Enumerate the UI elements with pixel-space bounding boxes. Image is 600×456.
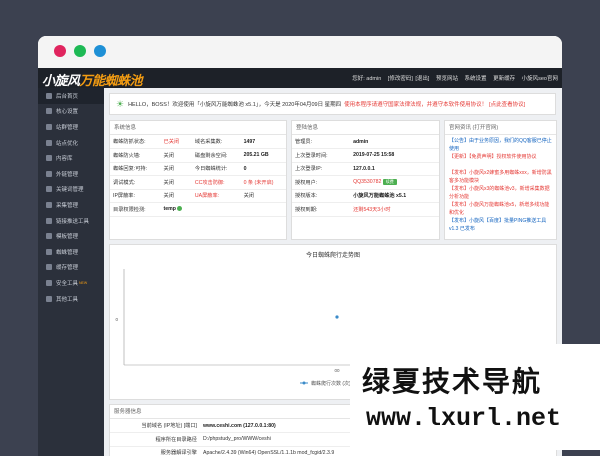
- system-info-panel: 系统信息 蜘蛛防抓状态: 已关闭 域名采集数: 1497 蜘蛛防火墙: 关闭 磁盘剩余空间…: [109, 120, 287, 240]
- close-window-button[interactable]: [54, 45, 66, 57]
- header-nav: 您好: admin [修改密码] [退出] 预览网站 系统设置 更新缓存 小旋风…: [347, 74, 558, 82]
- table-row: 上次登录时间: 2019-07-25 15:58: [292, 148, 439, 163]
- panel-title: 登陆信息: [292, 121, 439, 135]
- sidebar-item-core-settings[interactable]: 核心设置: [38, 104, 104, 120]
- panel-title: 系统信息: [110, 121, 286, 135]
- app-header: 小旋风万能蜘蛛池 您好: admin [修改密码] [退出] 预览网站 系统设置…: [38, 68, 562, 88]
- sidebar-item-push[interactable]: 链接推送工具: [38, 213, 104, 229]
- watermark: 绿夏技术导航 www.lxurl.net: [350, 344, 600, 450]
- legend-series-name: 蜘蛛爬行次数 (次): [311, 380, 351, 387]
- sidebar-item-keywords[interactable]: 关键词管理: [38, 182, 104, 198]
- spider-icon: [46, 248, 52, 255]
- watermark-url: www.lxurl.net: [366, 404, 562, 433]
- minimize-window-button[interactable]: [74, 45, 86, 57]
- optimize-icon: [46, 139, 52, 146]
- table-row: 目录权限检测: temp: [110, 202, 286, 217]
- system-settings-link[interactable]: 系统设置: [465, 76, 487, 82]
- preview-site-link[interactable]: 预览网站: [436, 76, 458, 82]
- news-list: 【公告】由于业务原因，我们的QQ客服已停止使用 【更新】【免费声明】授权软件使用…: [445, 135, 556, 235]
- login-info-panel: 登陆信息 管理员: admin 上次登录时间: 2019-07-25 15:58 上…: [291, 120, 440, 240]
- table-row: 授权用户: QQ3530782 续费: [292, 175, 439, 190]
- change-password-link[interactable]: [修改密码]: [388, 76, 413, 82]
- sidebar-item-cache[interactable]: 缓存管理: [38, 260, 104, 276]
- news-item[interactable]: 【更新】【免费声明】授权软件使用协议: [449, 153, 552, 169]
- news-item[interactable]: 【发布】小旋风x3的蜘蛛池v3，新增采集数据分析功能: [449, 185, 552, 201]
- panel-title[interactable]: 官网资讯 (打开官网): [445, 121, 556, 135]
- table-row: 授权到期: 还剩543天3小时: [292, 202, 439, 217]
- app-logo[interactable]: 小旋风万能蜘蛛池: [42, 70, 143, 89]
- refresh-cache-link[interactable]: 更新缓存: [493, 76, 515, 82]
- official-site-link[interactable]: 小旋风seo官网: [522, 76, 558, 82]
- login-info-table: 管理员: admin 上次登录时间: 2019-07-25 15:58 上次登录IP…: [292, 135, 439, 217]
- sidebar-item-tools[interactable]: 其他工具: [38, 291, 104, 307]
- check-icon: [177, 206, 183, 212]
- data-point[interactable]: [335, 315, 339, 319]
- sidebar-item-security[interactable]: 安全工具 NEW: [38, 275, 104, 291]
- table-row: 调试模式: 关闭 CC攻击防御: 0 条 (未开启): [110, 175, 286, 190]
- news-panel: 官网资讯 (打开官网) 【公告】由于业务原因，我们的QQ客服已停止使用 【更新】…: [444, 120, 557, 240]
- table-row: 蜘蛛回复:可持: 关闭 今日蜘蛛统计: 0: [110, 162, 286, 176]
- watermark-title: 绿夏技术导航: [362, 366, 543, 397]
- x-tick-label: 00: [334, 368, 340, 373]
- sidebar-item-sites[interactable]: 站群管理: [38, 119, 104, 135]
- view-agreement-link[interactable]: [点此查看协议]: [489, 100, 525, 108]
- chart-title: 今日蜘蛛爬行走势图: [305, 253, 360, 259]
- welcome-notice: ☀ HELLO，BOSS！欢迎使用「小旋风万能蜘蛛池 x5.1」，今天是 202…: [109, 93, 556, 115]
- news-item[interactable]: 【发布】小旋风万能蜘蛛池x5，新增多线功能和优化: [449, 201, 552, 217]
- cache-icon: [46, 264, 52, 271]
- sidebar-item-collect[interactable]: 采集管理: [38, 197, 104, 213]
- logout-link[interactable]: [退出]: [415, 76, 429, 82]
- sidebar-item-library[interactable]: 内容库: [38, 150, 104, 166]
- system-info-table: 蜘蛛防抓状态: 已关闭 域名采集数: 1497 蜘蛛防火墙: 关闭 磁盘剩余空间: 205.…: [110, 135, 286, 217]
- user-greeting: 您好: admin: [352, 76, 382, 82]
- news-item[interactable]: 【发布】小旋风【百度】批量PING推送工具v1.3 已发布: [449, 217, 552, 233]
- tools-icon: [46, 295, 52, 302]
- news-item[interactable]: 【发布】小旋风x2蜂蜜多用蜘蛛xxx，新增防黑客多功能模块: [449, 169, 552, 185]
- table-row: 管理员: admin: [292, 135, 439, 149]
- new-badge: NEW: [79, 280, 88, 285]
- table-row: 上次登录IP: 127.0.0.1: [292, 162, 439, 176]
- renew-button[interactable]: 续费: [382, 179, 397, 186]
- window-titlebar: [38, 36, 562, 68]
- collect-icon: [46, 201, 52, 208]
- y-tick-label: 0: [115, 317, 118, 322]
- home-icon: [46, 92, 52, 99]
- sidebar-item-links[interactable]: 外链管理: [38, 166, 104, 182]
- keyword-icon: [46, 186, 52, 193]
- table-row: 授权版本: 小旋风万能蜘蛛池 x5.1: [292, 189, 439, 203]
- maximize-window-button[interactable]: [94, 45, 106, 57]
- usage-warning: 使用本程序请遵守国家法律法规，并遵守本软件使用协议！: [344, 102, 488, 108]
- push-icon: [46, 217, 52, 224]
- chart-legend: 蜘蛛爬行次数 (次): [300, 380, 351, 387]
- library-icon: [46, 155, 52, 162]
- settings-icon: [46, 108, 52, 115]
- sun-icon: ☀: [116, 98, 125, 109]
- sidebar-item-home[interactable]: 后台首页: [38, 88, 104, 104]
- table-row: 蜘蛛防抓状态: 已关闭 域名采集数: 1497: [110, 135, 286, 149]
- table-row: IP屏蔽率: 关闭 UA屏蔽率: 关闭: [110, 189, 286, 203]
- news-item[interactable]: 【公告】由于业务原因，我们的QQ客服已停止使用: [449, 137, 552, 153]
- template-icon: [46, 233, 52, 240]
- sidebar-item-optimize[interactable]: 站点优化: [38, 135, 104, 151]
- site-icon: [46, 123, 52, 130]
- security-icon: [46, 279, 52, 286]
- table-row: 蜘蛛防火墙: 关闭 磁盘剩余空间: 205.21 GB: [110, 148, 286, 163]
- sidebar-item-templates[interactable]: 模板管理: [38, 228, 104, 244]
- link-icon: [46, 170, 52, 177]
- sidebar: 后台首页 核心设置 站群管理 站点优化 内容库 外链管理 关键词管理 采集管理 …: [38, 88, 104, 456]
- sidebar-item-spider[interactable]: 蜘蛛管理: [38, 244, 104, 260]
